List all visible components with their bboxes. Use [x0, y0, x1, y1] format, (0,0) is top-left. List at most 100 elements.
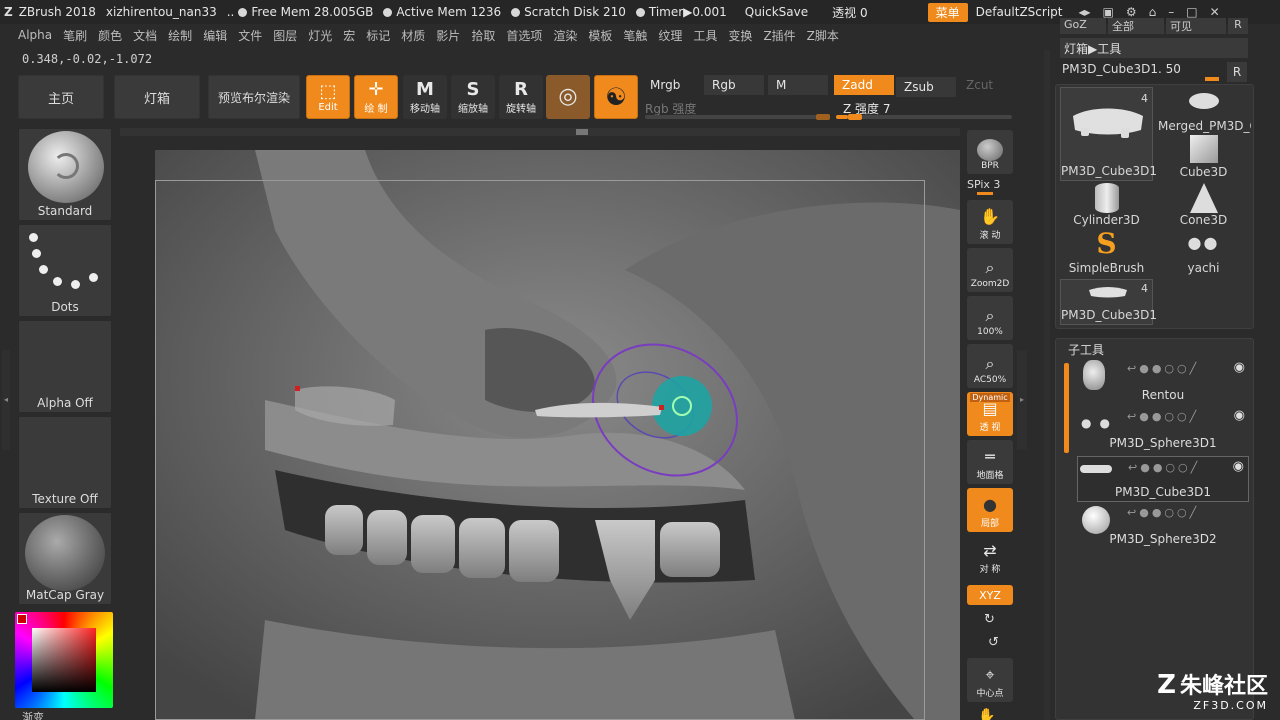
bpr-preview-button[interactable]: 预览布尔渲染: [208, 75, 300, 119]
m-button[interactable]: M: [768, 75, 828, 95]
quicksave-button[interactable]: QuickSave: [745, 5, 808, 19]
visible-button[interactable]: 可见: [1166, 18, 1226, 34]
solo-button[interactable]: ● 局部: [967, 488, 1013, 532]
tool-item-pm3d-cube3d1[interactable]: 4 PM3D_Cube3D1: [1060, 87, 1157, 181]
perspective-button[interactable]: Dynamic ▤ 透 视: [967, 392, 1013, 436]
tool-item-simplebrush[interactable]: S SimpleBrush: [1060, 229, 1153, 276]
color-picker[interactable]: [15, 612, 113, 708]
brush-selector[interactable]: Standard: [18, 128, 112, 221]
menu-tool[interactable]: 工具: [693, 27, 717, 44]
texture-selector[interactable]: Texture Off: [18, 416, 112, 509]
lightbox-button[interactable]: 灯箱: [114, 75, 200, 119]
main-color-swatch[interactable]: [17, 614, 27, 624]
menu-preferences[interactable]: 首选项: [506, 27, 542, 44]
gizmo-button[interactable]: ◎: [546, 75, 590, 119]
rotate-button[interactable]: R 旋转轴: [499, 75, 543, 119]
lightbox-tools-button[interactable]: 灯箱▶工具: [1060, 38, 1248, 58]
menu-texture[interactable]: 纹理: [658, 27, 682, 44]
tool-item-yachi[interactable]: ●● yachi: [1156, 229, 1251, 275]
subtool-visibility-icons[interactable]: ↩●●○○╱: [1127, 410, 1199, 423]
subtool-pm3d-sphere3d1[interactable]: ●● ↩●●○○╱ ◉ PM3D_Sphere3D1: [1077, 406, 1249, 452]
alpha-selector[interactable]: Alpha Off: [18, 320, 112, 413]
menu-transform[interactable]: 变换: [728, 27, 752, 44]
home-button[interactable]: 主页: [18, 75, 104, 119]
default-zscript[interactable]: DefaultZScript: [976, 5, 1063, 19]
menu-movie[interactable]: 影片: [436, 27, 460, 44]
scale-button[interactable]: S 缩放轴: [451, 75, 495, 119]
zsub-button[interactable]: Zsub: [896, 77, 956, 97]
mrgb-button[interactable]: Mrgb: [642, 75, 702, 95]
close-icon[interactable]: ✕: [1210, 5, 1220, 19]
symmetry-pose-button[interactable]: ☯: [594, 75, 638, 119]
zadd-button[interactable]: Zadd: [834, 75, 894, 95]
menu-layer[interactable]: 图层: [273, 27, 297, 44]
arrows-icon[interactable]: ◂▸: [1078, 5, 1090, 19]
subtool-visibility-icons[interactable]: ↩●●○○╱: [1127, 362, 1199, 375]
hand-icon[interactable]: ✋: [978, 708, 995, 720]
rotate-z-icon[interactable]: ↺: [988, 635, 999, 650]
menu-macro[interactable]: 宏: [343, 27, 355, 44]
subtool-pm3d-sphere3d2[interactable]: ↩●●○○╱ PM3D_Sphere3D2: [1077, 502, 1249, 548]
menu-stroke[interactable]: 笔触: [623, 27, 647, 44]
symmetry-button[interactable]: ⇄ 对 称: [967, 540, 1013, 578]
minimize-icon[interactable]: –: [1168, 5, 1174, 19]
rotate-y-icon[interactable]: ↻: [984, 612, 995, 627]
xyz-button[interactable]: XYZ: [967, 585, 1013, 605]
tool-item-cone3d[interactable]: Cone3D: [1156, 181, 1251, 227]
subtool-rentou[interactable]: ↩●●○○╱ ◉ Rentou: [1077, 358, 1249, 404]
current-tool-slider[interactable]: PM3D_Cube3D1. 50: [1060, 62, 1225, 82]
menu-document[interactable]: 文档: [133, 27, 157, 44]
scroll-thumb[interactable]: [576, 129, 588, 135]
transparency-slider[interactable]: 透视 0: [832, 4, 867, 21]
material-selector[interactable]: MatCap Gray: [18, 512, 112, 605]
subtool-visibility-icons[interactable]: ↩●●○○╱: [1128, 461, 1200, 474]
layout-icon[interactable]: ▣: [1103, 5, 1114, 19]
zcut-button[interactable]: Zcut: [958, 75, 998, 95]
tool-item-cylinder3d[interactable]: Cylinder3D: [1060, 181, 1153, 227]
canvas-viewport[interactable]: [155, 150, 960, 720]
shelf-divider-handle[interactable]: [1044, 50, 1050, 720]
menu-material[interactable]: 材质: [401, 27, 425, 44]
bpr-button[interactable]: BPR: [967, 130, 1013, 174]
color-saturation-square[interactable]: [32, 628, 96, 692]
subtool-pm3d-cube3d1[interactable]: ↩●●○○╱ ◉ PM3D_Cube3D1: [1077, 456, 1249, 502]
floor-button[interactable]: ═ 地面格: [967, 440, 1013, 484]
tool-item-cube3d[interactable]: Cube3D: [1156, 133, 1251, 179]
r-button[interactable]: R: [1227, 62, 1247, 82]
r-tab-button[interactable]: R: [1228, 18, 1248, 34]
eye-icon[interactable]: ◉: [1234, 360, 1245, 375]
menu-render[interactable]: 渲染: [553, 27, 577, 44]
menu-picker[interactable]: 拾取: [471, 27, 495, 44]
zoom2d-button[interactable]: ⌕ Zoom2D: [967, 248, 1013, 292]
edit-button[interactable]: ⬚ Edit: [306, 75, 350, 119]
settings-icon[interactable]: ⚙: [1126, 5, 1137, 19]
left-tray-handle[interactable]: ◂: [2, 350, 10, 450]
z-intensity-slider[interactable]: [836, 114, 1012, 120]
menu-button[interactable]: 菜单: [927, 2, 968, 22]
ac50-button[interactable]: ⌕ AC50%: [967, 344, 1013, 388]
menu-stencil[interactable]: 模板: [588, 27, 612, 44]
subtool-visibility-icons[interactable]: ↩●●○○╱: [1127, 506, 1199, 519]
eye-icon[interactable]: ◉: [1233, 459, 1244, 474]
menu-light[interactable]: 灯光: [308, 27, 332, 44]
all-button[interactable]: 全部: [1108, 18, 1164, 34]
slider-knob[interactable]: [848, 114, 863, 120]
subtool-scrollbar[interactable]: [1064, 363, 1069, 453]
menu-draw[interactable]: 绘制: [168, 27, 192, 44]
stroke-selector[interactable]: Dots: [18, 224, 112, 317]
zoom100-button[interactable]: ⌕ 100%: [967, 296, 1013, 340]
menu-alpha[interactable]: Alpha: [18, 28, 52, 42]
viewport-scrollbar[interactable]: [120, 128, 960, 136]
eye-icon[interactable]: ◉: [1234, 408, 1245, 423]
menu-zscript[interactable]: Z脚本: [807, 27, 839, 44]
slider-knob[interactable]: [816, 114, 830, 120]
goz-button[interactable]: GoZ: [1060, 18, 1106, 34]
menu-edit[interactable]: 编辑: [203, 27, 227, 44]
center-point-button[interactable]: ⌖ 中心点: [967, 658, 1013, 702]
right-tray-handle[interactable]: ▸: [1017, 350, 1027, 450]
rgb-button[interactable]: Rgb: [704, 75, 764, 95]
move-button[interactable]: M 移动轴: [403, 75, 447, 119]
tool-slider-knob[interactable]: [1205, 77, 1219, 81]
spix-slider[interactable]: SPix 3: [967, 178, 1013, 196]
restore-icon[interactable]: □: [1186, 5, 1197, 19]
